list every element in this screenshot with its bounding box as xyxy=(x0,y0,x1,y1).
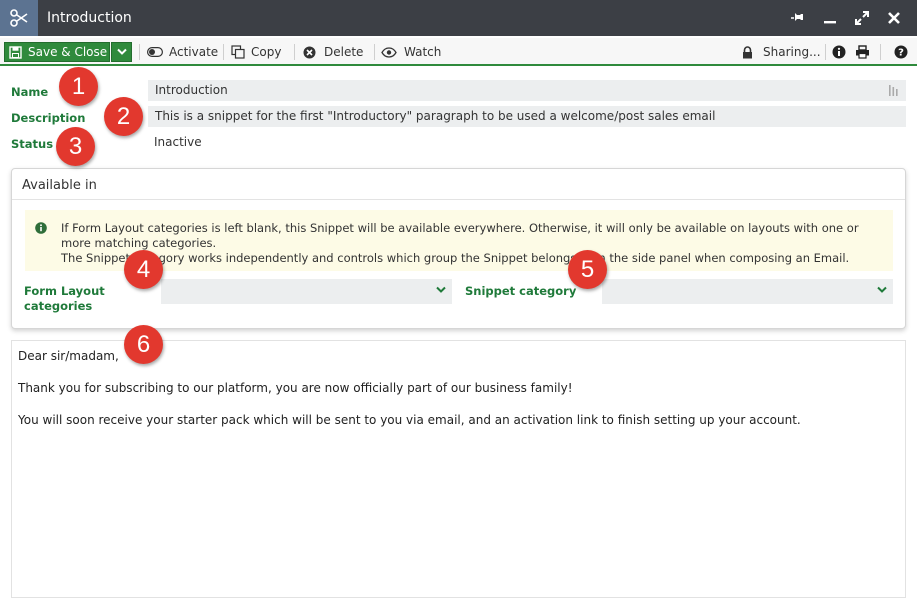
copy-label: Copy xyxy=(251,45,282,59)
maximize-icon[interactable] xyxy=(851,7,873,29)
copy-icon xyxy=(231,45,245,59)
name-value: Introduction xyxy=(155,83,228,97)
available-in-panel: Available in If Form Layout categories i… xyxy=(11,168,906,329)
chevron-down-icon xyxy=(436,286,446,293)
toolbar: Save & Close Activate Copy Delete Watch … xyxy=(0,38,917,66)
snippet-category-label: Snippet category xyxy=(465,284,577,298)
resize-handle-icon[interactable] xyxy=(888,84,900,97)
close-icon[interactable] xyxy=(883,7,905,29)
toggle-icon xyxy=(147,47,163,57)
title-bar: Introduction xyxy=(0,0,917,36)
form-layout-categories-select[interactable] xyxy=(161,279,452,304)
lock-icon xyxy=(743,45,752,58)
annotation-marker-3: 3 xyxy=(56,127,95,166)
form-layout-categories-label: Form Layout categories xyxy=(24,284,105,313)
sharing-label: Sharing... xyxy=(763,45,821,59)
annotation-marker-2: 2 xyxy=(104,97,143,136)
name-label: Name xyxy=(11,85,49,99)
save-options-dropdown[interactable] xyxy=(111,42,132,62)
annotation-marker-1: 1 xyxy=(59,67,98,106)
toolbar-divider xyxy=(374,44,375,60)
annotation-marker-6: 6 xyxy=(124,325,163,364)
window-title: Introduction xyxy=(47,10,132,26)
info-icon xyxy=(35,222,47,234)
eye-icon xyxy=(381,46,397,58)
copy-button[interactable]: Copy xyxy=(231,42,281,62)
watch-button[interactable]: Watch xyxy=(381,42,441,62)
sharing-button[interactable]: Sharing... xyxy=(742,42,821,62)
panel-title: Available in xyxy=(22,178,97,193)
toolbar-divider xyxy=(294,44,295,60)
notice-line-2: The Snippet category works independently… xyxy=(61,251,850,265)
notice-line-1: If Form Layout categories is left blank,… xyxy=(61,221,859,250)
toolbar-divider xyxy=(223,44,224,60)
minimize-icon[interactable] xyxy=(819,7,841,29)
delete-icon xyxy=(303,46,316,58)
info-icon[interactable] xyxy=(830,43,848,61)
panel-divider xyxy=(12,199,905,200)
description-field[interactable]: This is a snippet for the first "Introdu… xyxy=(148,106,906,127)
snippet-category-select[interactable] xyxy=(602,279,893,304)
toolbar-divider xyxy=(139,44,140,60)
status-value: Inactive xyxy=(154,135,202,149)
save-close-label: Save & Close xyxy=(28,45,108,59)
activate-button[interactable]: Activate xyxy=(147,42,218,62)
editor-line: You will soon receive your starter pack … xyxy=(18,413,801,427)
description-value: This is a snippet for the first "Introdu… xyxy=(155,109,716,123)
annotation-marker-4: 4 xyxy=(124,250,163,289)
watch-label: Watch xyxy=(404,45,442,59)
pin-icon[interactable] xyxy=(787,7,809,29)
editor-line: Thank you for subscribing to our platfor… xyxy=(18,381,573,395)
save-icon xyxy=(9,45,22,59)
toolbar-divider xyxy=(825,44,826,60)
status-label: Status xyxy=(11,137,54,151)
scissors-icon xyxy=(0,0,38,36)
delete-label: Delete xyxy=(324,45,364,59)
chevron-down-icon xyxy=(116,48,127,55)
annotation-marker-5: 5 xyxy=(568,250,607,289)
chevron-down-icon xyxy=(877,286,887,293)
svg-text:?: ? xyxy=(898,48,904,59)
save-close-button[interactable]: Save & Close xyxy=(4,42,110,62)
print-icon[interactable] xyxy=(853,43,871,61)
delete-button[interactable]: Delete xyxy=(303,42,363,62)
activate-label: Activate xyxy=(169,45,219,59)
toolbar-divider xyxy=(880,44,881,60)
snippet-body-editor[interactable]: Dear sir/madam, Thank you for subscribin… xyxy=(11,340,906,598)
name-field[interactable]: Introduction xyxy=(148,80,906,101)
help-icon[interactable]: ? xyxy=(892,43,910,61)
description-label: Description xyxy=(11,111,86,125)
